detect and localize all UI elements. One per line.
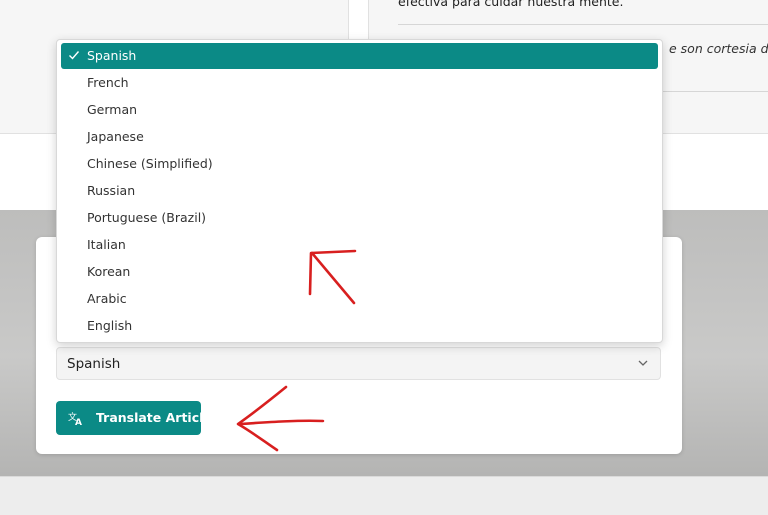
language-option[interactable]: Russian — [61, 178, 658, 204]
translate-article-label: Translate Article — [96, 410, 212, 425]
language-select[interactable]: Spanish — [56, 347, 661, 380]
language-option[interactable]: Japanese — [61, 124, 658, 150]
language-option[interactable]: Chinese (Simplified) — [61, 151, 658, 177]
language-option-label: French — [87, 75, 129, 90]
chevron-down-icon — [638, 360, 648, 366]
language-option-label: Italian — [87, 237, 126, 252]
language-option-label: Japanese — [87, 129, 144, 144]
translate-article-button[interactable]: 文 A Translate Article — [56, 401, 212, 435]
language-option-label: Chinese (Simplified) — [87, 156, 213, 171]
language-option-label: English — [87, 318, 133, 333]
language-option[interactable]: Spanish — [61, 43, 658, 69]
language-option-label: Russian — [87, 183, 136, 198]
language-option-label: Spanish — [87, 48, 137, 63]
language-option[interactable]: Portuguese (Brazil) — [61, 205, 658, 231]
language-select-value: Spanish — [67, 356, 121, 372]
divider — [398, 24, 768, 25]
translate-icon: 文 A — [68, 411, 82, 426]
language-option[interactable]: Korean — [61, 259, 658, 285]
language-option-label: Korean — [87, 264, 131, 279]
svg-text:A: A — [75, 418, 82, 426]
image-caption-fragment: e son cortesia de P — [669, 41, 768, 56]
language-option[interactable]: Arabic — [61, 286, 658, 312]
language-dropdown-menu: Spanish French German Japanese Chinese (Simp… — [56, 39, 663, 343]
language-option-label: Arabic — [87, 291, 127, 306]
language-option-label: Portuguese (Brazil) — [87, 210, 207, 225]
language-option[interactable]: English — [61, 313, 658, 339]
footer-band — [0, 476, 768, 515]
language-option[interactable]: German — [61, 97, 658, 123]
check-icon — [69, 51, 80, 60]
language-option[interactable]: French — [61, 70, 658, 96]
article-paragraph-fragment: efectiva para cuidar nuestra mente. — [398, 0, 624, 9]
language-option-label: German — [87, 102, 138, 117]
language-option[interactable]: Italian — [61, 232, 658, 258]
